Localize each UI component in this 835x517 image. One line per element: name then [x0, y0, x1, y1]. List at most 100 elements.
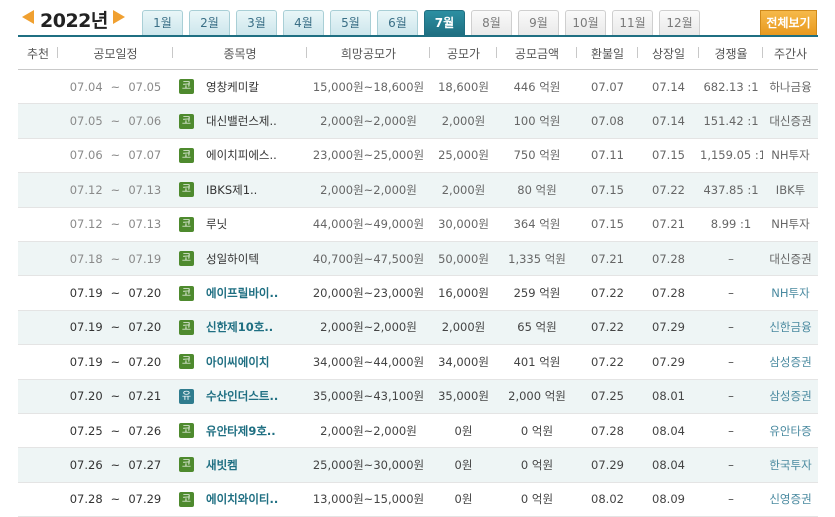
competition-rate-cell: 151.42 :1: [699, 103, 763, 139]
date-separator: ~: [110, 148, 121, 163]
offer-amount-cell: 65 억원: [497, 310, 577, 346]
ipo-start-date: 07.25: [69, 423, 103, 438]
table-row: 07.20 ~07.21 유 수산인더스트.. 35,000원~43,100원 35,00…: [18, 379, 818, 414]
ipo-schedule-cell: 07.04 ~07.05: [58, 69, 173, 105]
listing-date-cell: 07.29: [638, 310, 699, 346]
stock-name-link[interactable]: 에이치와이티..: [206, 492, 278, 506]
stock-name-link[interactable]: 에이프릴바이..: [206, 286, 278, 300]
refund-date: 07.21: [591, 251, 624, 266]
view-all-button[interactable]: 전체보기: [760, 10, 817, 36]
tab-month-7[interactable]: 7월: [424, 10, 465, 35]
stock-name-link[interactable]: 대신밸런스제..: [206, 114, 277, 128]
offer-price-cell: 34,000원: [430, 344, 497, 380]
refund-date-cell: 07.11: [577, 138, 638, 174]
date-separator: ~: [110, 114, 121, 129]
recommend-cell: [18, 207, 58, 242]
listing-date: 07.28: [652, 286, 685, 301]
date-separator: ~: [110, 354, 121, 369]
next-year-arrow-icon[interactable]: [113, 10, 125, 24]
column-header-label: 추천: [26, 46, 50, 61]
offer-amount-cell: 446 억원: [497, 69, 577, 105]
tab-month-3[interactable]: 3월: [236, 10, 277, 35]
stock-name-link[interactable]: 신한제10호..: [206, 320, 273, 334]
listing-date: 07.29: [652, 354, 685, 369]
ipo-end-date: 07.13: [128, 182, 162, 197]
offer-price: 2,000원: [441, 114, 486, 129]
stock-name-link[interactable]: 에이치피에스..: [206, 148, 277, 162]
listing-date: 08.04: [652, 423, 685, 438]
competition-rate: –: [728, 320, 734, 335]
offer-price-cell: 16,000원: [430, 275, 497, 311]
stock-name-link[interactable]: 영창케미칼: [206, 80, 259, 94]
ipo-end-date: 07.20: [128, 354, 162, 369]
market-badge-icon: 코: [179, 79, 194, 95]
ipo-end-date: 07.13: [128, 217, 162, 232]
listing-date: 08.01: [652, 389, 685, 404]
tab-month-9[interactable]: 9월: [518, 10, 559, 35]
offer-price-cell: 2,000원: [430, 310, 497, 346]
offer-price-cell: 18,600원: [430, 69, 497, 105]
market-badge-icon: 코: [179, 147, 194, 163]
competition-rate-cell: –: [699, 241, 763, 277]
refund-date-cell: 07.25: [577, 379, 638, 414]
table-row: 07.19 ~07.20 코 에이프릴바이.. 20,000원~23,000원 16,00…: [18, 275, 818, 311]
offer-price-cell: 35,000원: [430, 379, 497, 414]
offer-amount: 401 억원: [513, 354, 561, 369]
ipo-start-date: 07.18: [69, 251, 103, 266]
ipo-schedule-cell: 07.20 ~07.21: [58, 379, 173, 414]
price-band-cell: 23,000원~25,000원: [307, 138, 430, 174]
stock-name-link[interactable]: 수산인더스트..: [206, 389, 278, 403]
tab-month-10[interactable]: 10월: [565, 10, 606, 35]
ipo-start-date: 07.26: [69, 457, 103, 472]
refund-date: 07.28: [591, 423, 624, 438]
tab-month-1[interactable]: 1월: [142, 10, 183, 35]
stock-name-link[interactable]: 유안타제9호..: [206, 424, 276, 438]
tab-month-11[interactable]: 11월: [612, 10, 653, 35]
recommend-cell: [18, 482, 58, 517]
stock-name-link[interactable]: IBKS제1..: [206, 183, 257, 197]
ipo-end-date: 07.20: [128, 286, 162, 301]
listing-date-cell: 07.14: [638, 103, 699, 139]
header-bar: 2022년 1월 2월 3월 4월 5월 6월 7월 8월 9월 10월 11월 12월 전체보기: [0, 0, 835, 37]
market-badge-icon: 코: [179, 423, 194, 439]
stock-name-link[interactable]: 새빗켐: [206, 458, 238, 472]
competition-rate-cell: –: [699, 275, 763, 311]
price-band-cell: 2,000원~2,000원: [307, 172, 430, 208]
tab-month-5[interactable]: 5월: [330, 10, 371, 35]
stock-name-link[interactable]: 아이씨에이치: [206, 355, 269, 369]
listing-date-cell: 08.01: [638, 379, 699, 414]
column-header-label: 희망공모가: [340, 46, 397, 61]
prev-year-arrow-icon[interactable]: [22, 10, 34, 24]
refund-date: 07.22: [591, 320, 624, 335]
tab-month-4[interactable]: 4월: [283, 10, 324, 35]
underwriter: NH투자: [771, 217, 810, 232]
underwriter-cell: 삼성증권: [763, 344, 818, 380]
ipo-schedule-cell: 07.19 ~07.20: [58, 275, 173, 311]
listing-date-cell: 07.22: [638, 172, 699, 208]
offer-amount-cell: 750 억원: [497, 138, 577, 174]
refund-date: 07.07: [591, 79, 624, 94]
tab-month-6[interactable]: 6월: [377, 10, 418, 35]
tab-month-8[interactable]: 8월: [471, 10, 512, 35]
market-badge-icon: 코: [179, 491, 194, 507]
recommend-cell: [18, 310, 58, 346]
refund-date-cell: 07.21: [577, 241, 638, 277]
tab-month-12[interactable]: 12월: [659, 10, 700, 35]
competition-rate: –: [728, 492, 734, 507]
offer-amount-cell: 100 억원: [497, 103, 577, 139]
column-header-label: 공모일정: [93, 46, 138, 61]
ipo-start-date: 07.28: [69, 492, 103, 507]
tab-month-2[interactable]: 2월: [189, 10, 230, 35]
stock-name-link[interactable]: 루닛: [206, 217, 227, 231]
col-refund-date-header: 환불일: [577, 37, 638, 70]
refund-date: 07.08: [591, 114, 624, 129]
price-band: 40,700원~47,500원: [312, 251, 425, 266]
stock-name-link[interactable]: 성일하이텍: [206, 252, 259, 266]
offer-price: 0원: [454, 457, 473, 472]
date-separator: ~: [110, 457, 121, 472]
underwriter: 삼성증권: [769, 389, 812, 404]
offer-amount: 259 억원: [513, 286, 561, 301]
underwriter-cell: 한국투자: [763, 447, 818, 483]
underwriter: NH투자: [771, 286, 810, 301]
listing-date: 07.21: [652, 217, 685, 232]
